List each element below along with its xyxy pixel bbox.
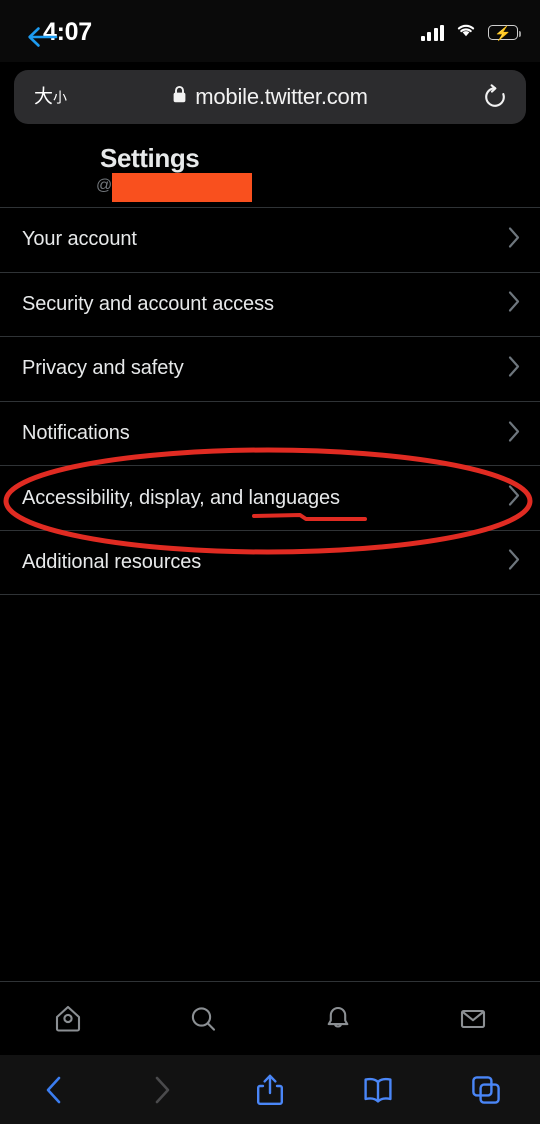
settings-row-your-account[interactable]: Your account	[0, 207, 540, 272]
envelope-icon	[460, 1009, 485, 1028]
phone-screen: 4:07 ⚡ 大小 mobile.twitter.com Settings @ …	[0, 0, 540, 1124]
twitter-tab-bar	[0, 981, 540, 1055]
settings-row-additional-resources[interactable]: Additional resources	[0, 529, 540, 595]
browser-bookmarks-button[interactable]	[324, 1055, 432, 1124]
safari-toolbar	[0, 1055, 540, 1124]
text-size-small-label: 小	[53, 89, 68, 106]
text-size-button[interactable]: 大小	[34, 88, 67, 107]
chevron-left-icon	[46, 1076, 61, 1103]
settings-list: Your account Security and account access…	[0, 207, 540, 595]
arrow-left-icon[interactable]	[26, 24, 58, 50]
settings-row-label: Security and account access	[22, 292, 274, 315]
ios-status-bar: 4:07 ⚡	[0, 0, 540, 62]
chevron-right-icon	[506, 289, 522, 320]
status-icon-group: ⚡	[420, 22, 521, 43]
settings-row-label: Notifications	[22, 422, 130, 445]
settings-row-accessibility-display-and-languages[interactable]: Accessibility, display, and languages	[0, 465, 540, 530]
battery-charging-icon: ⚡	[488, 25, 521, 40]
settings-row-privacy-and-safety[interactable]: Privacy and safety	[0, 336, 540, 401]
lock-icon	[172, 85, 187, 109]
settings-row-notifications[interactable]: Notifications	[0, 400, 540, 466]
chevron-right-icon	[506, 353, 522, 384]
settings-row-label: Additional resources	[22, 550, 202, 573]
chevron-right-icon	[506, 224, 522, 255]
settings-row-security-and-account-access[interactable]: Security and account access	[0, 271, 540, 337]
book-icon	[364, 1077, 392, 1103]
wifi-icon	[455, 22, 477, 43]
browser-share-button[interactable]	[216, 1055, 324, 1124]
chevron-right-icon	[506, 418, 522, 449]
account-handle: @	[96, 177, 113, 194]
cellular-signal-icon	[420, 24, 444, 41]
url-text: mobile.twitter.com	[195, 84, 368, 109]
page-title: Settings	[100, 143, 200, 173]
search-icon	[191, 1006, 215, 1031]
settings-row-label: Your account	[22, 228, 137, 251]
chevron-right-icon	[506, 547, 522, 578]
tab-search[interactable]	[168, 996, 238, 1042]
tab-notifications[interactable]	[303, 996, 373, 1042]
home-icon	[55, 1005, 80, 1032]
settings-row-label: Accessibility, display, and languages	[22, 486, 340, 509]
chevron-right-icon	[506, 483, 522, 514]
settings-page-header	[0, 130, 540, 208]
browser-forward-button[interactable]	[108, 1055, 216, 1124]
url-display: mobile.twitter.com	[14, 70, 526, 124]
tabs-icon	[472, 1075, 500, 1104]
share-icon	[257, 1074, 283, 1105]
tab-messages[interactable]	[438, 996, 508, 1042]
bell-icon	[327, 1006, 348, 1028]
text-size-large-label: 大	[34, 86, 54, 108]
safari-address-bar[interactable]: 大小 mobile.twitter.com	[14, 70, 526, 124]
settings-row-label: Privacy and safety	[22, 357, 184, 380]
browser-tabs-button[interactable]	[432, 1055, 540, 1124]
handle-redaction-box	[112, 173, 252, 202]
tab-home[interactable]	[33, 996, 103, 1042]
chevron-right-icon	[155, 1076, 170, 1103]
browser-back-button[interactable]	[0, 1055, 108, 1124]
reload-icon[interactable]	[480, 82, 510, 112]
